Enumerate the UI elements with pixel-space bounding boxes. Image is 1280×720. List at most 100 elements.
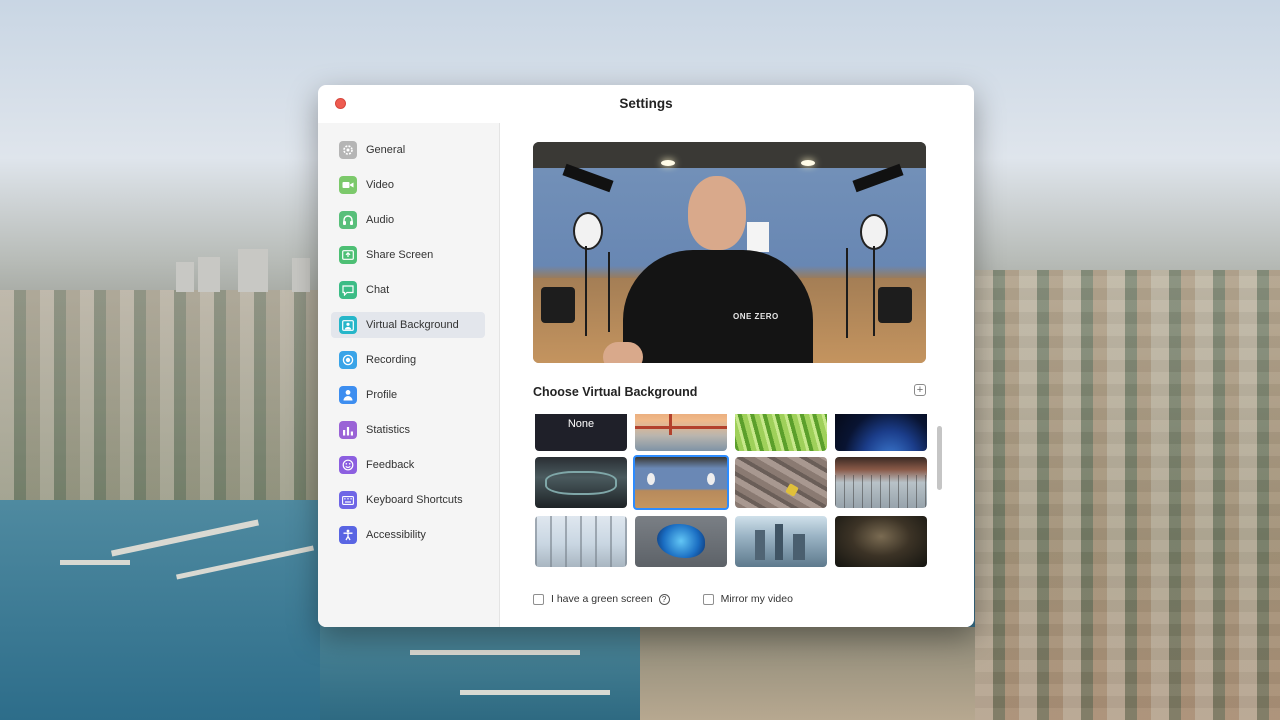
thumb-skyscraper: [793, 534, 805, 560]
sidebar-item-virtual-background[interactable]: Virtual Background: [331, 312, 485, 338]
preview-sign: [747, 222, 769, 252]
sidebar-item-audio[interactable]: Audio: [331, 207, 485, 233]
sidebar-item-feedback[interactable]: Feedback: [331, 452, 485, 478]
wallpaper-dock: [176, 545, 314, 580]
sidebar-item-label: Video: [366, 179, 394, 191]
wallpaper-building: [198, 257, 220, 292]
gallery-scrollbar[interactable]: [937, 426, 942, 490]
background-options: I have a green screen ? Mirror my video: [533, 592, 793, 606]
green-screen-checkbox[interactable]: [533, 593, 544, 605]
thumb-skyscraper: [775, 524, 783, 560]
window-title: Settings: [619, 96, 673, 111]
sidebar-item-label: Share Screen: [366, 249, 434, 261]
settings-content: ONE ZERO Choose Virtual Background + Non…: [500, 123, 974, 627]
preview-umbrella-light: [573, 212, 603, 250]
background-thumb-studio[interactable]: [633, 455, 729, 510]
wallpaper-city-right: [975, 270, 1280, 720]
preview-ceiling: [533, 142, 926, 168]
sidebar-item-profile[interactable]: Profile: [331, 382, 485, 408]
smiley-icon: [339, 456, 357, 474]
thumb-skyscraper: [755, 530, 765, 560]
background-thumb-broken-wall[interactable]: [635, 516, 727, 567]
person-icon: [339, 386, 357, 404]
background-thumb-skyline[interactable]: [735, 516, 827, 567]
thumb-window-frames: [535, 516, 627, 567]
thumb-bridge-tower: [669, 414, 672, 435]
none-label: None: [567, 418, 595, 430]
sidebar-item-keyboard-shortcuts[interactable]: Keyboard Shortcuts: [331, 487, 485, 513]
background-thumb-canyon[interactable]: [735, 457, 827, 508]
thumb-highlight: [785, 483, 799, 497]
wallpaper-dock: [111, 519, 259, 557]
sidebar-item-share-screen[interactable]: Share Screen: [331, 242, 485, 268]
background-thumb-grass[interactable]: [735, 414, 827, 451]
sidebar-item-recording[interactable]: Recording: [331, 347, 485, 373]
virtual-background-icon: [339, 316, 357, 334]
background-thumb-office[interactable]: [535, 516, 627, 567]
preview-person-head: [688, 176, 746, 250]
thumb-windows: [835, 475, 927, 508]
background-thumb-earth[interactable]: [835, 414, 927, 451]
keyboard-icon: [339, 491, 357, 509]
sidebar-item-label: Statistics: [366, 424, 411, 436]
headphones-icon: [339, 211, 357, 229]
sidebar-item-video[interactable]: Video: [331, 172, 485, 198]
video-camera-icon: [339, 176, 357, 194]
sidebar-item-statistics[interactable]: Statistics: [331, 417, 485, 443]
choose-virtual-background-heading: Choose Virtual Background: [533, 385, 698, 399]
record-icon: [339, 351, 357, 369]
sidebar-item-label: General: [366, 144, 406, 156]
wallpaper-water: [320, 625, 650, 720]
sidebar-item-label: Keyboard Shortcuts: [366, 494, 463, 506]
sidebar-item-label: Chat: [366, 284, 390, 296]
wallpaper-building: [176, 262, 194, 292]
sidebar-item-label: Accessibility: [366, 529, 426, 541]
preview-light-rig: [852, 163, 904, 193]
settings-window: Settings General Video Audio Share Scree…: [318, 85, 974, 627]
thumb-console: [545, 471, 617, 495]
sidebar-item-general[interactable]: General: [331, 137, 485, 163]
question-mark-icon[interactable]: ?: [658, 593, 670, 605]
background-thumb-atrium[interactable]: [835, 457, 927, 508]
wallpaper-water: [0, 500, 330, 720]
background-thumb-forest-ruins[interactable]: [835, 516, 927, 567]
mirror-video-label: Mirror my video: [720, 593, 793, 605]
bar-chart-icon: [339, 421, 357, 439]
sidebar-item-label: Recording: [366, 354, 417, 366]
wallpaper-city-left: [0, 290, 320, 500]
thumb-bridge: [635, 426, 727, 429]
preview-person-hand: [603, 342, 643, 363]
preview-chair: [878, 287, 912, 323]
preview-stand: [846, 248, 848, 338]
plus-icon: +: [916, 383, 924, 396]
wallpaper-dock: [460, 690, 610, 695]
sidebar-item-label: Virtual Background: [366, 319, 459, 331]
background-thumb-spaceship[interactable]: [535, 457, 627, 508]
settings-sidebar: General Video Audio Share Screen Chat Vi…: [318, 123, 500, 627]
preview-shirt-text: ONE ZERO: [733, 312, 779, 321]
wallpaper-building: [238, 249, 268, 292]
sidebar-item-accessibility[interactable]: Accessibility: [331, 522, 485, 548]
accessibility-icon: [339, 526, 357, 544]
background-thumb-golden-gate[interactable]: [635, 414, 727, 451]
preview-stand: [585, 246, 587, 336]
preview-chair: [541, 287, 575, 323]
video-preview: ONE ZERO: [533, 142, 926, 363]
chat-bubble-icon: [339, 281, 357, 299]
wallpaper-dock: [410, 650, 580, 655]
thumb-umbrella: [707, 473, 715, 485]
preview-light: [801, 160, 815, 166]
add-background-button[interactable]: +: [914, 384, 926, 396]
background-thumb-none[interactable]: None: [535, 414, 627, 451]
green-screen-label: I have a green screen: [551, 593, 653, 605]
title-bar: Settings: [318, 85, 974, 123]
sidebar-item-label: Profile: [366, 389, 398, 401]
preview-stand: [873, 246, 875, 336]
mirror-video-checkbox[interactable]: [702, 593, 714, 605]
thumb-umbrella: [647, 473, 655, 485]
thumb-hole: [657, 524, 705, 558]
preview-stand: [608, 252, 610, 332]
share-screen-icon: [339, 246, 357, 264]
preview-light: [661, 160, 675, 166]
sidebar-item-chat[interactable]: Chat: [331, 277, 485, 303]
